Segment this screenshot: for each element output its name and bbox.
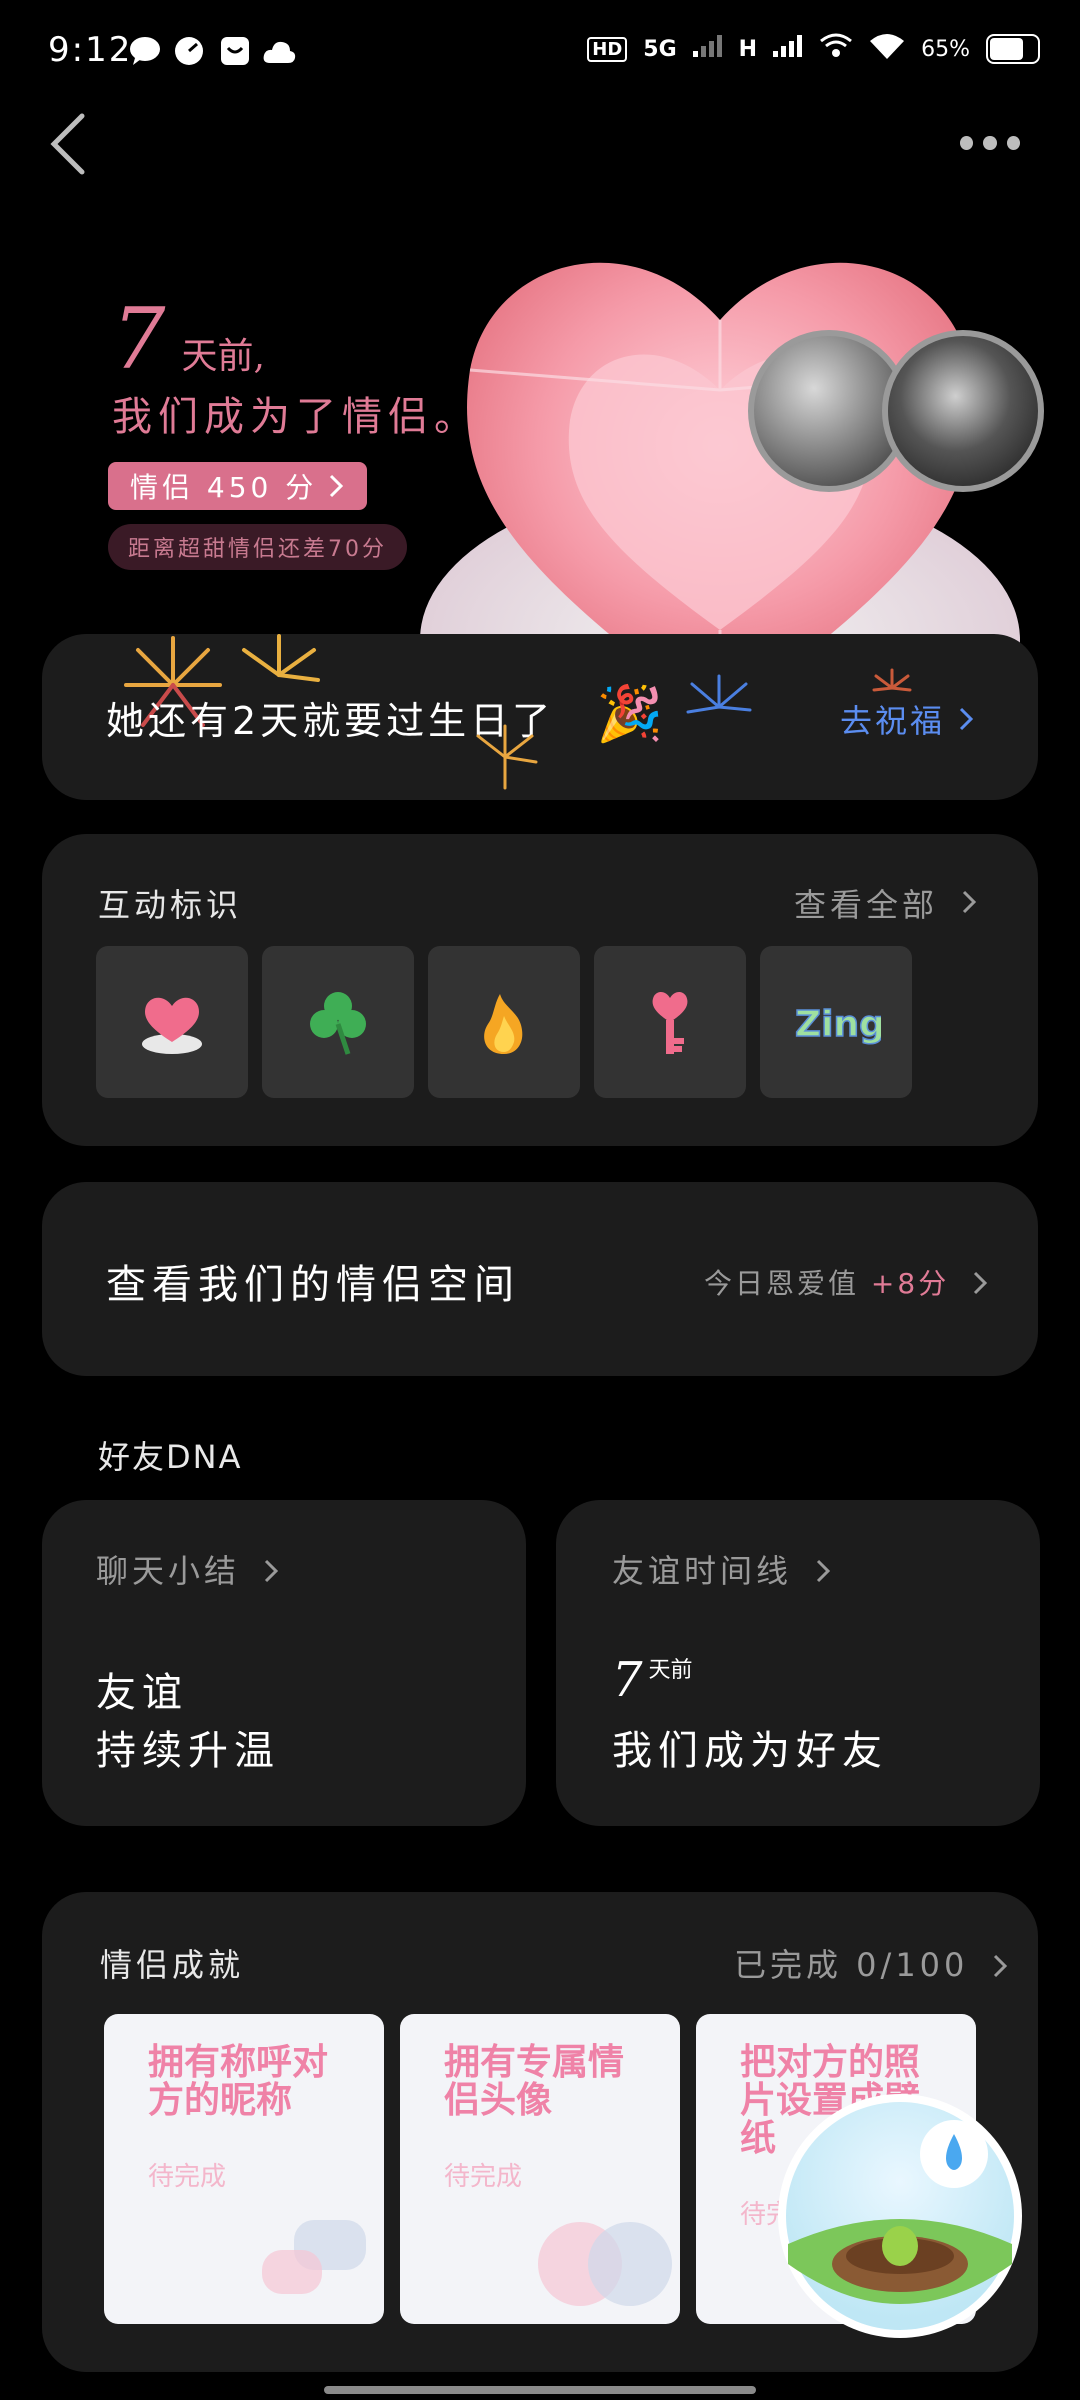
achievement-title: 拥有称呼对方的昵称 — [148, 2042, 329, 2121]
chevron-right-icon — [974, 1271, 988, 1295]
couple-score-label: 情侣 450 分 — [130, 471, 318, 504]
friendship-timeline-header: 友谊时间线 — [612, 1546, 832, 1592]
friendship-days-number: 7 — [612, 1652, 643, 1708]
chevron-right-icon — [817, 1559, 831, 1583]
more-dot-icon — [1006, 136, 1020, 150]
couple-space-title: 查看我们的情侣空间 — [106, 1262, 520, 1308]
chevron-right-icon — [265, 1559, 279, 1583]
speedometer-icon — [172, 34, 206, 68]
achievements-progress-label: 已完成 0/100 — [734, 1946, 969, 1984]
network-5g-label: 5G — [643, 36, 677, 62]
more-dot-icon — [960, 136, 974, 150]
achievement-tile[interactable]: 拥有称呼对方的昵称 待完成 — [104, 2014, 384, 2324]
status-bar: 9:12 HD 5G H 65% — [0, 0, 1080, 106]
hero-days-ago: 7 天前, — [112, 290, 265, 388]
chat-bubble-icon — [262, 2220, 366, 2294]
more-dot-icon — [983, 136, 997, 150]
heart-badge[interactable] — [96, 946, 248, 1098]
chevron-right-icon — [963, 890, 977, 914]
svg-text:Zing: Zing — [795, 1004, 881, 1045]
back-button[interactable] — [44, 110, 92, 178]
hero-became-couple-text: 我们成为了情侣。 — [112, 394, 480, 440]
firework-icon — [470, 722, 540, 792]
battery-percent: 65% — [921, 36, 970, 62]
plant-planet-icon — [786, 2102, 1014, 2330]
achievement-tile[interactable]: 拥有专属情侣头像 待完成 — [400, 2014, 680, 2324]
friendship-days-ago: 7 天前 — [612, 1652, 693, 1708]
chat-summary-label: 聊天小结 — [96, 1552, 241, 1590]
mail-notification-icon — [218, 34, 252, 68]
fire-badge-icon — [484, 994, 523, 1054]
score-gap-badge: 距离超甜情侣还差70分 — [108, 524, 407, 570]
view-all-label: 查看全部 — [794, 886, 939, 924]
clover-badge-icon — [310, 992, 366, 1055]
status-time: 9:12 — [48, 30, 133, 70]
achievement-status: 待完成 — [148, 2162, 227, 2192]
hero-days-number: 7 — [112, 290, 166, 388]
firework-icon — [684, 672, 754, 742]
chat-summary-line2: 持续升温 — [96, 1728, 280, 1774]
couple-score-button[interactable]: 情侣 450 分 — [108, 462, 368, 510]
send-blessing-button[interactable]: 去祝福 — [840, 696, 974, 742]
partner-avatar-right[interactable] — [882, 330, 1044, 492]
key-badge-icon — [652, 992, 688, 1054]
floating-plant-widget[interactable] — [778, 2094, 1022, 2338]
chevron-right-icon — [993, 1954, 1007, 1978]
achievements-title: 情侣成就 — [100, 1946, 245, 1984]
status-right: HD 5G H 65% — [587, 32, 1040, 66]
more-options-button[interactable] — [960, 128, 1020, 158]
friendship-timeline-label: 友谊时间线 — [612, 1552, 793, 1590]
achievement-status: 待完成 — [444, 2162, 523, 2192]
heart-badge-icon — [142, 997, 202, 1054]
daily-love-score: 今日恩爱值 +8分 — [704, 1262, 989, 1302]
interaction-badges-title: 互动标识 — [98, 886, 243, 924]
zing-badge[interactable]: Zing — [760, 946, 912, 1098]
party-popper-icon: 🎉 — [596, 682, 664, 745]
view-all-badges-button[interactable]: 查看全部 — [794, 880, 978, 926]
back-arrow-icon — [50, 113, 85, 175]
signal2-icon — [773, 35, 803, 63]
key-badge[interactable] — [594, 946, 746, 1098]
hero-days-suffix: 天前, — [181, 336, 265, 377]
fire-badge[interactable] — [428, 946, 580, 1098]
send-blessing-label: 去祝福 — [840, 702, 946, 740]
daily-love-value: +8分 — [870, 1267, 950, 1300]
hd-icon: HD — [587, 36, 628, 62]
chevron-right-icon — [330, 474, 344, 498]
chat-notification-icon — [128, 34, 162, 68]
friendship-line2: 我们成为好友 — [612, 1728, 888, 1774]
home-indicator[interactable] — [324, 2386, 756, 2394]
achievements-progress-button[interactable]: 已完成 0/100 — [734, 1940, 1009, 1986]
cloud-icon — [262, 34, 296, 68]
chat-summary-line1: 友谊 — [96, 1670, 188, 1716]
battery-icon — [986, 34, 1040, 64]
couple-avatar-icon — [538, 2222, 672, 2306]
chevron-right-icon — [960, 707, 974, 731]
hotspot-icon — [819, 33, 853, 65]
chat-summary-header: 聊天小结 — [96, 1546, 280, 1592]
friendship-days-suffix: 天前 — [648, 1658, 693, 1683]
wifi-icon — [869, 32, 905, 66]
achievement-title: 拥有专属情侣头像 — [444, 2042, 625, 2121]
clover-badge[interactable] — [262, 946, 414, 1098]
daily-love-label: 今日恩爱值 — [704, 1267, 860, 1300]
zing-badge-icon: Zing — [794, 1003, 881, 1046]
signal-icon — [692, 35, 723, 63]
friend-dna-title: 好友DNA — [98, 1438, 243, 1476]
network-h-label: H — [738, 36, 758, 62]
